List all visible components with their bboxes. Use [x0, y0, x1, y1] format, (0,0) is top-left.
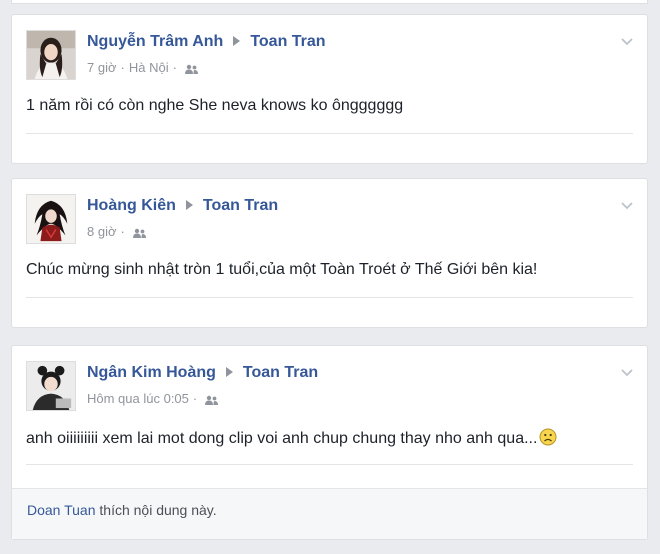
likes-bar: Doan Tuan thích nội dung này. [12, 488, 647, 539]
chevron-down-icon[interactable] [619, 33, 635, 49]
author-link[interactable]: Hoàng Kiên [87, 197, 176, 214]
arrow-right-icon [233, 36, 241, 47]
likes-text: Doan Tuan thích nội dung này. [27, 502, 217, 518]
arrow-right-icon [185, 200, 193, 211]
separator-dot: · [172, 60, 177, 75]
chevron-down-icon[interactable] [619, 364, 635, 380]
target-link[interactable]: Toan Tran [250, 33, 325, 50]
target-link[interactable]: Toan Tran [203, 197, 278, 214]
avatar[interactable] [26, 194, 76, 244]
author-link[interactable]: Ngân Kim Hoàng [87, 364, 216, 381]
post-text-content: anh oiiiiiiiii xem lai mot dong clip voi… [26, 430, 538, 447]
friends-icon[interactable] [132, 228, 146, 238]
friends-icon[interactable] [205, 395, 219, 405]
divider [26, 297, 633, 298]
avatar[interactable] [26, 30, 76, 80]
separator-dot: · [120, 60, 125, 75]
timestamp[interactable]: Hôm qua lúc 0:05 [87, 391, 189, 406]
post-card: Nguyễn Trâm Anh Toan Tran 7 giờ · Hà Nội · 1… [11, 14, 648, 164]
post-header: Hoàng Kiên Toan Tran [87, 197, 278, 215]
post-header: Ngân Kim Hoàng Toan Tran [87, 364, 318, 382]
target-link[interactable]: Toan Tran [243, 364, 318, 381]
timestamp[interactable]: 8 giờ [87, 224, 117, 239]
chevron-down-icon[interactable] [619, 197, 635, 213]
post-text: 1 năm rồi có còn nghe She neva knows ko … [26, 97, 404, 114]
arrow-right-icon [225, 367, 233, 378]
post-meta: 8 giờ · [87, 224, 146, 239]
frown-emoji [539, 428, 557, 446]
post-meta: Hôm qua lúc 0:05 · [87, 391, 219, 406]
timestamp[interactable]: 7 giờ [87, 60, 117, 75]
divider [26, 464, 633, 465]
friends-icon[interactable] [184, 64, 198, 74]
divider [26, 133, 633, 134]
post-text: Chúc mừng sinh nhật tròn 1 tuổi,của một … [26, 261, 538, 278]
previous-post-edge [11, 0, 648, 4]
separator-dot: · [120, 224, 125, 239]
author-link[interactable]: Nguyễn Trâm Anh [87, 33, 223, 50]
post-card: Hoàng Kiên Toan Tran 8 giờ · Chúc mừng sin… [11, 178, 648, 328]
post-meta: 7 giờ · Hà Nội · [87, 60, 198, 75]
separator-dot: · [192, 391, 198, 406]
post-text: anh oiiiiiiiii xem lai mot dong clip voi… [26, 428, 557, 448]
liker-link[interactable]: Doan Tuan [27, 502, 96, 518]
post-card: Ngân Kim Hoàng Toan Tran Hôm qua lúc 0:05… [11, 345, 648, 540]
post-header: Nguyễn Trâm Anh Toan Tran [87, 33, 326, 51]
location[interactable]: Hà Nội [129, 60, 169, 75]
avatar[interactable] [26, 361, 76, 411]
likes-suffix: thích nội dung này. [95, 502, 217, 518]
